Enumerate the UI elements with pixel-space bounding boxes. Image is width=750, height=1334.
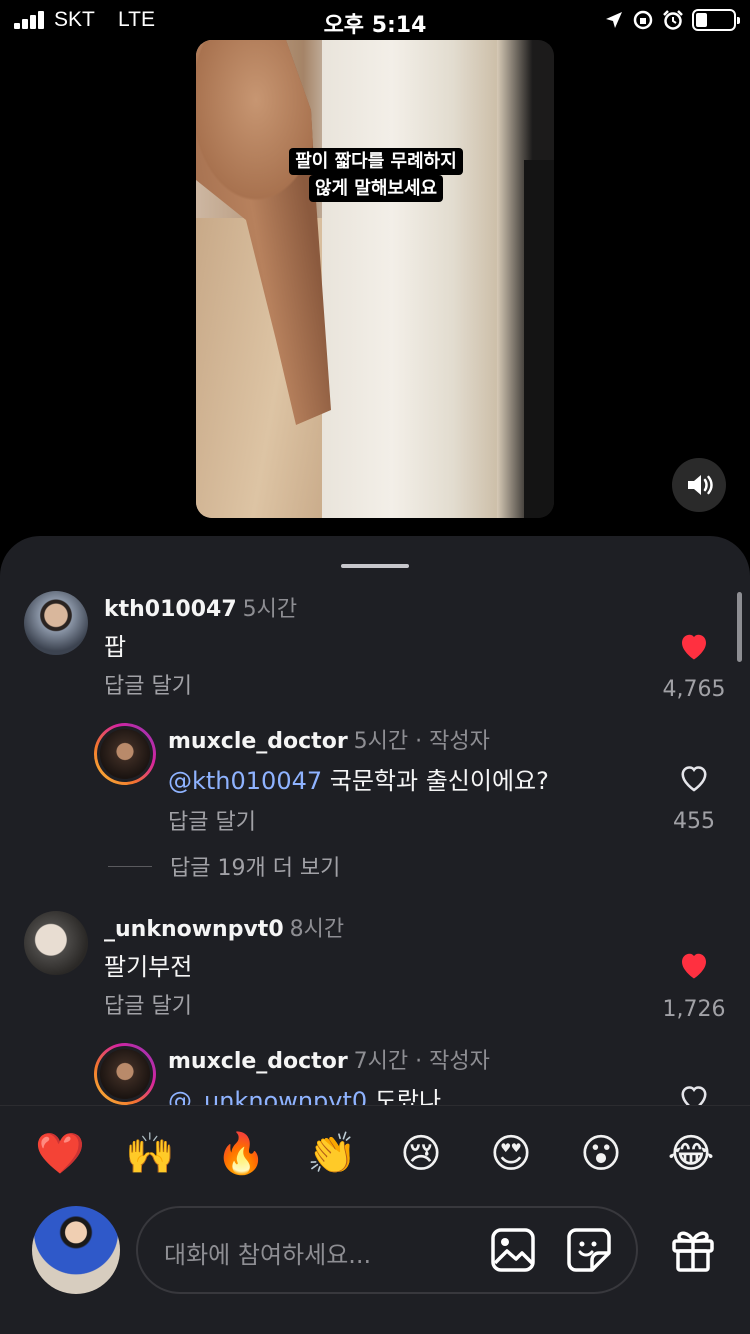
status-icons [604,9,740,31]
location-arrow-icon [606,12,622,28]
reply-button[interactable]: 답글 달기 [104,988,192,1020]
emoji-heart-eyes-button[interactable]: 😍 [487,1130,535,1178]
sheet-grab-handle[interactable] [341,564,409,568]
mute-toggle-button[interactable] [672,458,726,512]
emoji-fire-button[interactable]: 🔥 [216,1130,266,1178]
emoji-surprised-button[interactable]: 😮 [577,1130,625,1178]
status-bar: SKT LTE 오후 5:14 [0,0,750,40]
emoji-crying-button[interactable]: 😢 [397,1130,445,1178]
mention-link[interactable]: @kth010047 [168,767,322,795]
image-icon[interactable] [490,1227,536,1273]
heart-filled-icon[interactable] [676,628,712,664]
view-more-replies-button[interactable]: 답글 19개 더 보기 [108,850,340,882]
emoji-heart-button[interactable]: ❤️ [35,1130,85,1178]
like-count: 4,765 [662,677,726,702]
like-count: 455 [673,809,715,834]
battery-icon [692,9,740,31]
comment-time: 5시간 [242,597,298,622]
emoji-raised-hands-button[interactable]: 🙌 [125,1130,175,1178]
reply-button[interactable]: 답글 달기 [104,668,192,700]
alarm-icon [663,10,683,30]
scrollbar[interactable] [737,592,742,662]
emoji-clap-button[interactable]: 👏 [307,1130,357,1178]
comment-text: 국문학과 출신이에요? [322,767,549,795]
avatar[interactable] [94,723,156,785]
like-count: 1,726 [662,997,726,1022]
view-more-replies-label: 답글 19개 더 보기 [170,856,341,881]
comment-time: 7시간 · 작성자 [353,1049,490,1074]
emoji-laughing-button[interactable]: 😂 [667,1130,715,1178]
comment-text: 팔기부전 [104,953,193,981]
comment-input-placeholder: 대화에 참여하세요... [164,1241,372,1269]
comment-time: 8시간 [289,917,345,942]
reply-button[interactable]: 답글 달기 [168,804,256,836]
video-caption: 팔이 짧다를 무례하지 않게 말해보세요 [281,148,471,202]
my-avatar [32,1206,120,1294]
sticker-icon[interactable] [566,1227,612,1273]
speaker-icon [688,475,713,495]
heart-outline-icon[interactable] [676,760,712,796]
orientation-lock-icon [633,10,653,30]
caption-line-1: 팔이 짧다를 무례하지 [289,148,463,175]
comment-username[interactable]: kth010047 [104,597,237,622]
comment-username[interactable]: muxcle_doctor [168,1049,348,1074]
gift-icon[interactable] [670,1225,716,1273]
video-player[interactable]: 팔이 짧다를 무례하지 않게 말해보세요 [196,40,554,518]
comment-composer: 대화에 참여하세요... [0,1201,750,1334]
avatar[interactable] [94,1043,156,1105]
comment-text: 팝 [104,633,127,661]
comment-username[interactable]: _unknownpvt0 [104,917,284,942]
emoji-quick-bar: ❤️ 🙌 🔥 👏 😢 😍 😮 😂 [0,1105,750,1201]
avatar[interactable] [24,911,88,975]
comment-input[interactable]: 대화에 참여하세요... [136,1206,638,1294]
avatar[interactable] [24,591,88,655]
caption-line-2: 않게 말해보세요 [308,175,444,202]
heart-filled-icon[interactable] [676,947,712,983]
comment-username[interactable]: muxcle_doctor [168,729,348,754]
comment-time: 5시간 · 작성자 [353,729,490,754]
